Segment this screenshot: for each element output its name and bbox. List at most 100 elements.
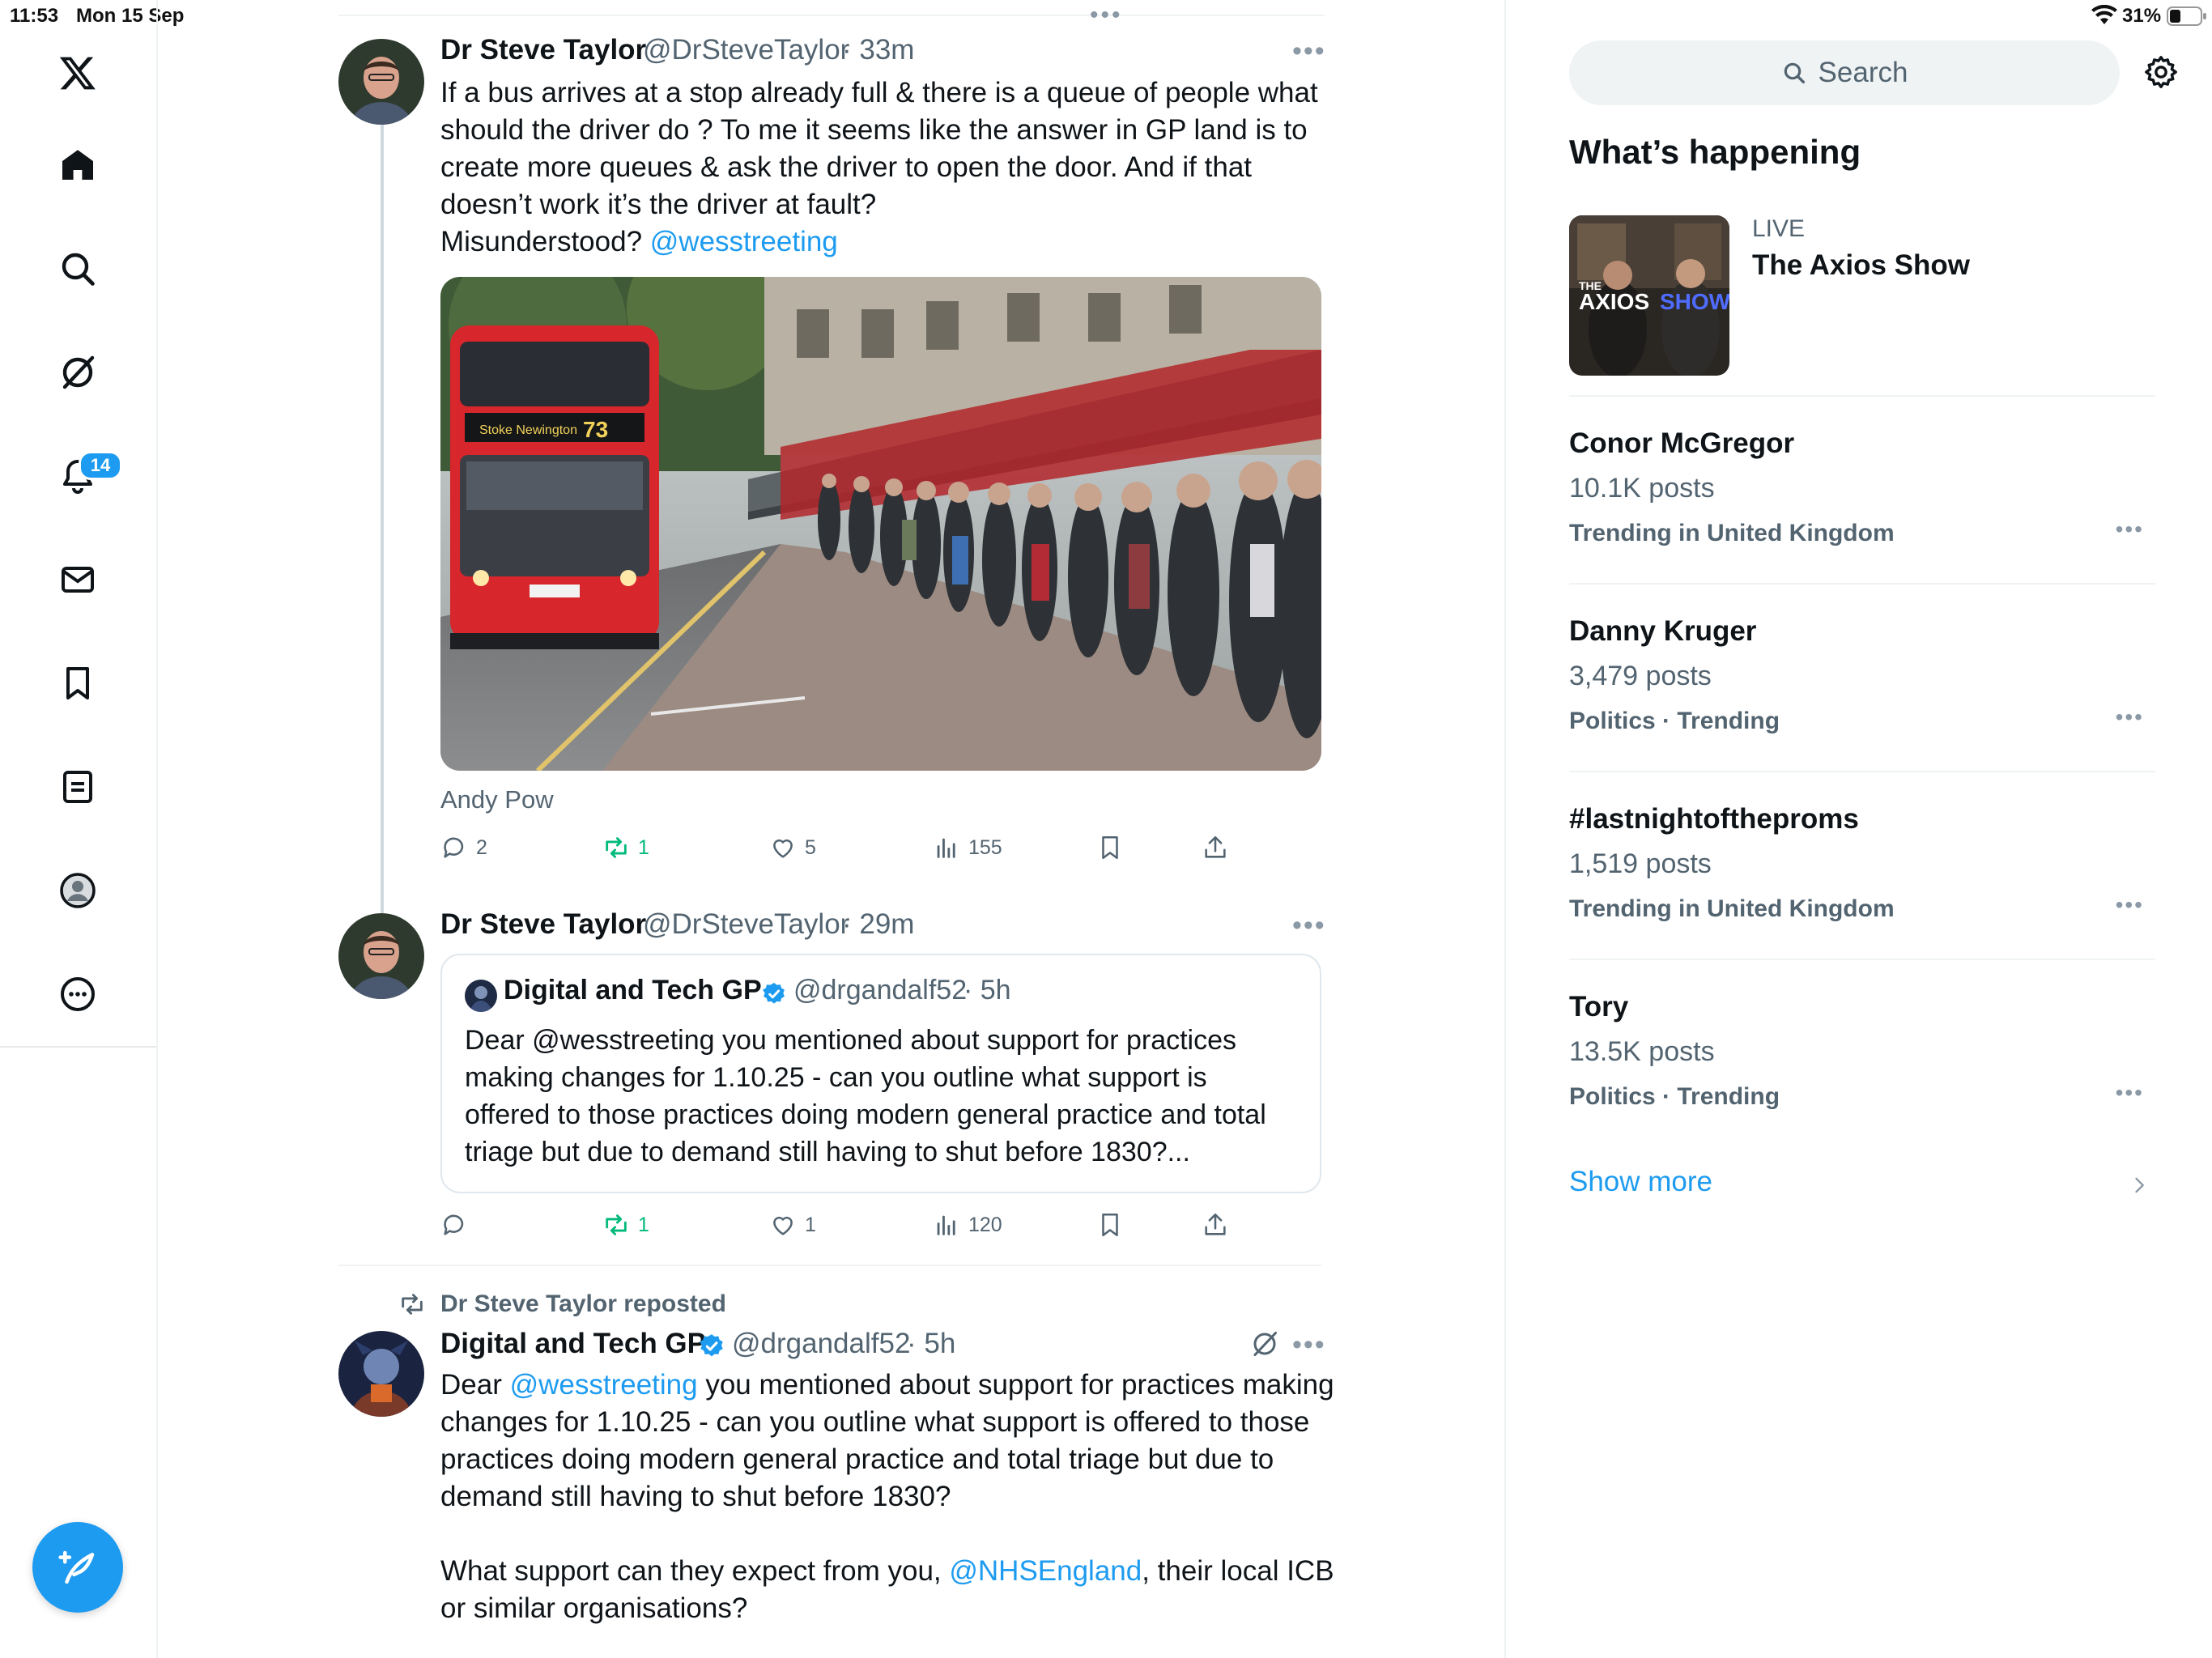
trend-post-count: 13.5K posts [1569,1036,1715,1067]
tweet-author-handle[interactable]: @DrSteveTaylor [643,34,849,66]
repost-button[interactable]: 1 [602,1211,649,1239]
tweet-text-line: or similar organisations? [440,1592,748,1624]
compose-feather-icon [58,1550,95,1584]
mention-link[interactable]: @wesstreeting [510,1369,698,1401]
tweet-author-name[interactable]: Dr Steve Taylor [440,34,646,66]
trend-item[interactable]: Danny Kruger 3,479 posts Politics · Tren… [1569,615,2155,748]
trend-item[interactable]: Tory 13.5K posts Politics · Trending ••• [1569,991,2155,1124]
verified-badge-icon [698,1333,725,1364]
live-title[interactable]: The Axios Show [1752,249,1970,282]
lists-icon[interactable] [37,746,118,827]
trend-more-icon[interactable]: ••• [2116,704,2144,730]
bookmark-button[interactable] [1096,834,1124,861]
timeline-top-border [338,15,1325,16]
tweet-text-line: create more queues & ask the driver to o… [440,151,1253,183]
live-thumbnail[interactable]: THE AXIOS SHOW [1569,215,1729,376]
bookmark-button[interactable] [1096,1211,1124,1239]
show-more-link[interactable]: Show more [1569,1166,2155,1206]
quoted-text-line: making changes for 1.10.25 - can you out… [465,1062,1207,1093]
x-logo-icon[interactable] [37,32,118,113]
reply-icon [444,837,464,858]
settings-gear-icon[interactable] [2142,53,2180,95]
show-more-label: Show more [1569,1166,1713,1197]
trend-separator [1569,959,2155,960]
notifications-badge: 14 [79,451,122,480]
quoted-avatar [465,980,497,1012]
search-placeholder: Search [1818,57,1908,88]
tweet-author-handle[interactable]: @drgandalf52 [732,1328,910,1360]
trend-separator [1569,771,2155,772]
tweet-author-handle[interactable]: @DrSteveTaylor [643,908,849,941]
tweet-more-icon[interactable]: ••• [1292,36,1326,67]
compose-post-button[interactable] [32,1522,123,1613]
views-button[interactable]: 155 [933,834,1002,861]
multitasking-dots-icon[interactable]: ••• [1090,2,1123,29]
wifi-icon [2091,4,2118,30]
quoted-text-line: triage but due to demand still having to… [465,1137,1190,1167]
messages-envelope-icon[interactable] [37,539,118,620]
tweet-text: If a bus arrives at a stop already full … [440,74,1331,261]
trend-title: #lastnightoftheproms [1569,803,1859,835]
mention-link[interactable]: @NHSEngland [949,1555,1142,1587]
share-icon [1205,1213,1226,1235]
share-icon [1205,835,1226,858]
quoted-text-line: offered to those practices doing modern … [465,1099,1266,1130]
like-count: 1 [805,1213,816,1236]
reply-button[interactable] [440,1211,476,1239]
tweet-author-name[interactable]: Digital and Tech GP [440,1328,706,1360]
share-button[interactable] [1202,1211,1229,1239]
trend-more-icon[interactable]: ••• [2116,1080,2144,1106]
more-options-icon[interactable] [37,954,118,1035]
nav-divider [0,1046,156,1048]
profile-avatar-icon[interactable] [37,850,118,931]
trend-context: Trending in United Kingdom [1569,895,1895,922]
media-credit: Andy Pow [440,785,554,814]
search-input[interactable]: Search [1569,40,2120,105]
grok-explain-icon[interactable] [1250,1329,1279,1363]
mention-link[interactable]: @wesstreeting [650,226,838,257]
live-label: LIVE [1752,215,1806,242]
quoted-text-line: Dear @wesstreeting you mentioned about s… [465,1025,1237,1056]
reply-icon [444,1214,464,1235]
repost-icon [606,837,627,858]
tweet-media-image[interactable]: Stoke Newington 73 [440,277,1321,771]
reply-button[interactable]: 2 [440,834,487,861]
bookmarks-icon[interactable] [37,643,118,724]
views-button[interactable]: 120 [933,1211,1002,1239]
tweet-more-icon[interactable]: ••• [1292,910,1326,942]
like-button[interactable]: 5 [769,834,816,861]
trend-post-count: 3,479 posts [1569,661,1712,691]
trend-more-icon[interactable]: ••• [2116,892,2144,918]
trend-post-count: 1,519 posts [1569,848,1712,879]
search-icon[interactable] [37,228,118,309]
avatar[interactable] [338,39,424,125]
search-icon [1784,62,1805,84]
tweet-text-line: demand still having to shut before 1830? [440,1481,951,1512]
trend-post-count: 10.1K posts [1569,473,1715,504]
tweet-author-name[interactable]: Dr Steve Taylor [440,908,646,941]
tweet-time: · 5h [907,1328,956,1359]
verified-badge-icon [761,981,787,1011]
avatar[interactable] [338,913,424,999]
repost-count: 1 [638,1213,649,1236]
avatar[interactable] [338,1331,424,1417]
trend-item[interactable]: #lastnightoftheproms 1,519 posts Trendin… [1569,803,2155,936]
live-thumb-text: SHOW [1660,289,1729,314]
trend-context: Politics · Trending [1569,708,1780,734]
battery-percent: 31% [2122,5,2162,27]
share-button[interactable] [1202,834,1229,861]
repost-button[interactable]: 1 [602,834,649,861]
bus-route-number: 73 [583,417,608,442]
like-button[interactable]: 1 [769,1211,816,1239]
view-count: 120 [968,1213,1002,1236]
trend-item[interactable]: Conor McGregor 10.1K posts Trending in U… [1569,427,2155,560]
repost-label[interactable]: Dr Steve Taylor reposted [440,1290,726,1318]
home-icon[interactable] [37,125,118,206]
reply-count: 2 [476,835,487,859]
bookmark-icon [1102,835,1118,860]
tweet-more-icon[interactable]: ••• [1292,1329,1326,1361]
grok-icon[interactable] [37,332,118,413]
trend-more-icon[interactable]: ••• [2116,517,2144,542]
trend-title: Conor McGregor [1569,427,1795,459]
tweet-text-line: Misunderstood? [440,226,650,257]
